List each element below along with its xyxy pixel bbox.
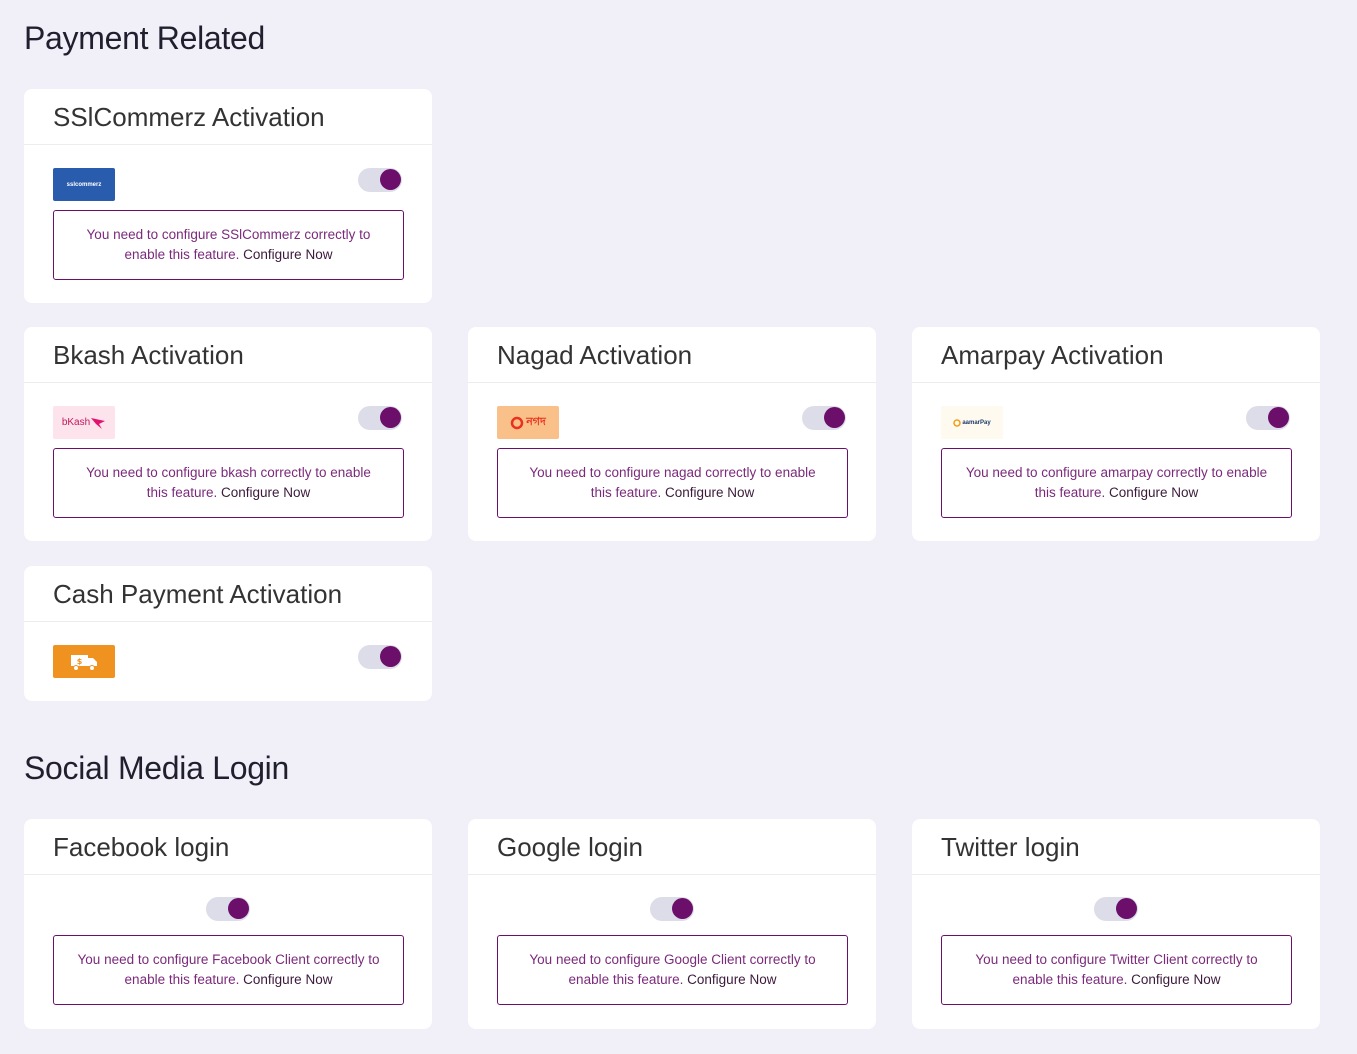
nagad-card: Nagad Activation নগদ You need to configu… bbox=[468, 327, 876, 541]
card-title: Facebook login bbox=[24, 819, 432, 875]
card-title: Twitter login bbox=[912, 819, 1320, 875]
google-card: Google login You need to configure Googl… bbox=[468, 819, 876, 1029]
nagad-notice: You need to configure nagad correctly to… bbox=[497, 448, 848, 518]
bkash-toggle[interactable] bbox=[358, 406, 402, 430]
amarpay-logo: aamarPay bbox=[941, 406, 1003, 439]
nagad-swirl-icon bbox=[510, 416, 524, 429]
amarpay-logo-text: aamarPay bbox=[962, 419, 991, 426]
configure-now-link[interactable]: Configure Now bbox=[665, 485, 754, 500]
payment-section-title: Payment Related bbox=[24, 20, 265, 56]
notice-text: You need to configure Facebook Client co… bbox=[77, 952, 380, 987]
amarpay-mark-icon bbox=[953, 418, 962, 427]
svg-text:$: $ bbox=[77, 657, 83, 666]
cash-logo: $ bbox=[53, 645, 115, 678]
configure-now-link[interactable]: Configure Now bbox=[221, 485, 310, 500]
facebook-notice: You need to configure Facebook Client co… bbox=[53, 935, 404, 1005]
configure-now-link[interactable]: Configure Now bbox=[687, 972, 776, 987]
sslcommerz-card: SSlCommerz Activation sslcommerz You nee… bbox=[24, 89, 432, 303]
cash-delivery-truck-icon: $ bbox=[71, 654, 97, 671]
bkash-bird-icon bbox=[91, 417, 106, 429]
facebook-toggle[interactable] bbox=[206, 897, 250, 921]
nagad-toggle[interactable] bbox=[802, 406, 846, 430]
twitter-toggle[interactable] bbox=[1094, 897, 1138, 921]
cash-payment-card: Cash Payment Activation $ bbox=[24, 566, 432, 701]
configure-now-link[interactable]: Configure Now bbox=[1109, 485, 1198, 500]
amarpay-toggle[interactable] bbox=[1246, 406, 1290, 430]
configure-now-link[interactable]: Configure Now bbox=[1131, 972, 1220, 987]
amarpay-notice: You need to configure amarpay correctly … bbox=[941, 448, 1292, 518]
configure-now-link[interactable]: Configure Now bbox=[243, 247, 332, 262]
card-title: Cash Payment Activation bbox=[24, 566, 432, 622]
bkash-logo: bKash bbox=[53, 406, 115, 439]
google-notice: You need to configure Google Client corr… bbox=[497, 935, 848, 1005]
sslcommerz-notice: You need to configure SSlCommerz correct… bbox=[53, 210, 404, 280]
bkash-card: Bkash Activation bKash You need to confi… bbox=[24, 327, 432, 541]
google-toggle[interactable] bbox=[650, 897, 694, 921]
twitter-card: Twitter login You need to configure Twit… bbox=[912, 819, 1320, 1029]
card-title: Bkash Activation bbox=[24, 327, 432, 383]
sslcommerz-toggle[interactable] bbox=[358, 168, 402, 192]
nagad-logo: নগদ bbox=[497, 406, 559, 439]
cash-toggle[interactable] bbox=[358, 645, 402, 669]
bkash-notice: You need to configure bkash correctly to… bbox=[53, 448, 404, 518]
card-title: Amarpay Activation bbox=[912, 327, 1320, 383]
card-title: SSlCommerz Activation bbox=[24, 89, 432, 145]
sslcommerz-logo: sslcommerz bbox=[53, 168, 115, 201]
bkash-logo-text: bKash bbox=[61, 417, 91, 428]
social-section-title: Social Media Login bbox=[24, 750, 289, 786]
nagad-logo-text: নগদ bbox=[526, 416, 546, 428]
amarpay-card: Amarpay Activation aamarPay You need to … bbox=[912, 327, 1320, 541]
card-title: Google login bbox=[468, 819, 876, 875]
facebook-card: Facebook login You need to configure Fac… bbox=[24, 819, 432, 1029]
card-title: Nagad Activation bbox=[468, 327, 876, 383]
configure-now-link[interactable]: Configure Now bbox=[243, 972, 332, 987]
sslcommerz-logo-text: sslcommerz bbox=[66, 181, 102, 188]
twitter-notice: You need to configure Twitter Client cor… bbox=[941, 935, 1292, 1005]
